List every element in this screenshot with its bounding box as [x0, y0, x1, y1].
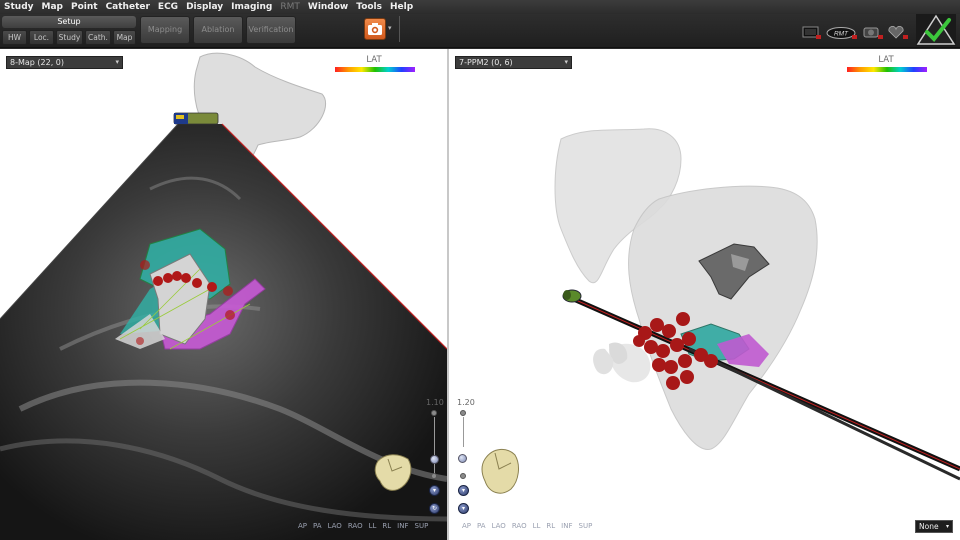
menu-window[interactable]: Window [308, 2, 348, 12]
left-map-name: 8-Map (22, 0) [10, 58, 64, 67]
right-map-selector[interactable]: 7-PPM2 (0, 6) ▾ [455, 56, 572, 69]
chevron-down-icon: ▾ [115, 58, 119, 66]
left-zoom-in-icon[interactable] [431, 410, 437, 416]
right-zoom-slider[interactable] [458, 454, 467, 463]
left-view-pa[interactable]: PA [313, 522, 322, 530]
right-bottom-selector-value: None [919, 522, 939, 531]
right-view-lao[interactable]: LAO [492, 522, 506, 530]
menu-catheter[interactable]: Catheter [106, 2, 150, 12]
monitor-status-icon[interactable] [802, 26, 822, 40]
right-bottom-selector[interactable]: None ▾ [915, 520, 953, 533]
snapshot-dropdown-icon[interactable]: ▾ [388, 24, 392, 32]
left-map-selector[interactable]: 8-Map (22, 0) ▾ [6, 56, 123, 69]
right-view-rao[interactable]: RAO [512, 522, 527, 530]
setup-location-button[interactable]: Loc. [29, 30, 54, 45]
toolbar-separator [399, 16, 400, 42]
setup-hw-button[interactable]: HW [2, 30, 27, 45]
catheter-tip-icon [562, 289, 582, 303]
chevron-down-icon: ▾ [564, 58, 568, 66]
menu-rmt: RMT [280, 2, 300, 12]
menu-imaging[interactable]: Imaging [231, 2, 272, 12]
right-lat-label: LAT [878, 55, 894, 65]
mapping-phase-button[interactable]: Mapping [140, 16, 190, 44]
left-view-ll[interactable]: LL [369, 522, 377, 530]
rmt-status-icon[interactable]: RMT [826, 26, 858, 40]
menu-bar: Study Map Point Catheter ECG Display Ima… [0, 0, 960, 14]
right-view-inf[interactable]: INF [561, 522, 572, 530]
right-view-pa[interactable]: PA [477, 522, 486, 530]
right-3d-viewport[interactable]: 7-PPM2 (0, 6) ▾ LAT 1.20 ▾ ▾ AP PA LAO R… [449, 49, 960, 540]
left-3d-viewport[interactable]: 8-Map (22, 0) ▾ LAT 1.10 ▾ ↻ AP PA LAO R… [0, 49, 447, 540]
setup-catheter-button[interactable]: Cath. [85, 30, 111, 45]
heart-status-icon[interactable] [887, 26, 909, 40]
snapshot-button[interactable] [364, 18, 386, 40]
left-rotate-view-button[interactable]: ↻ [429, 503, 440, 514]
main-toolbar: Setup HW Loc. Study Cath. Map Mapping Ab… [0, 14, 960, 48]
left-view-ap[interactable]: AP [298, 522, 307, 530]
right-view-sup[interactable]: SUP [579, 522, 593, 530]
menu-tools[interactable]: Tools [356, 2, 382, 12]
left-view-rao[interactable]: RAO [348, 522, 363, 530]
menu-study[interactable]: Study [4, 2, 34, 12]
left-view-rl[interactable]: RL [382, 522, 391, 530]
right-view-ap[interactable]: AP [462, 522, 471, 530]
right-view-ll[interactable]: LL [533, 522, 541, 530]
left-lat-color-bar [335, 67, 415, 72]
setup-tab[interactable]: Setup [2, 16, 136, 28]
left-zoom-track [434, 417, 435, 477]
right-reset-view-button[interactable]: ▾ [458, 485, 469, 496]
left-view-lao[interactable]: LAO [328, 522, 342, 530]
rmt-status-label: RMT [834, 31, 849, 38]
right-view-rl[interactable]: RL [546, 522, 555, 530]
checkmark-triangle-icon[interactable] [916, 14, 956, 46]
menu-point[interactable]: Point [71, 2, 98, 12]
camera-icon [368, 23, 382, 35]
right-anatomy-scene [481, 128, 960, 494]
left-reset-view-button[interactable]: ▾ [429, 485, 440, 496]
left-view-sup[interactable]: SUP [415, 522, 429, 530]
setup-map-button[interactable]: Map [113, 30, 136, 45]
right-zoom-out-icon[interactable] [460, 473, 466, 479]
setup-study-button[interactable]: Study [56, 30, 83, 45]
left-lat-label: LAT [366, 55, 382, 65]
left-zoom-slider[interactable] [430, 455, 439, 464]
ablation-phase-button[interactable]: Ablation [193, 16, 243, 44]
right-map-name: 7-PPM2 (0, 6) [459, 58, 513, 67]
menu-ecg[interactable]: ECG [158, 2, 178, 12]
chevron-down-icon: ▾ [945, 523, 949, 530]
left-zoom-out-icon[interactable] [431, 473, 437, 479]
setup-group: Setup HW Loc. Study Cath. Map [2, 16, 136, 46]
menu-display[interactable]: Display [186, 2, 223, 12]
right-rotate-view-button[interactable]: ▾ [458, 503, 469, 514]
catheter-status-icon[interactable] [862, 26, 884, 40]
right-lat-color-bar [847, 67, 927, 72]
left-view-inf[interactable]: INF [397, 522, 408, 530]
carto-app-window: Study Map Point Catheter ECG Display Ima… [0, 0, 960, 540]
heart-orientation-icon[interactable] [481, 449, 519, 494]
menu-map[interactable]: Map [42, 2, 63, 12]
left-zoom-value: 1.10 [426, 398, 444, 407]
left-ultrasound-scene [0, 52, 447, 540]
verification-phase-button[interactable]: Verification [246, 16, 296, 44]
right-view-presets: AP PA LAO RAO LL RL INF SUP [462, 522, 592, 530]
right-zoom-track [463, 417, 464, 447]
right-zoom-value: 1.20 [457, 398, 475, 407]
menu-help[interactable]: Help [390, 2, 413, 12]
right-zoom-in-icon[interactable] [460, 410, 466, 416]
left-view-presets: AP PA LAO RAO LL RL INF SUP [298, 522, 428, 530]
